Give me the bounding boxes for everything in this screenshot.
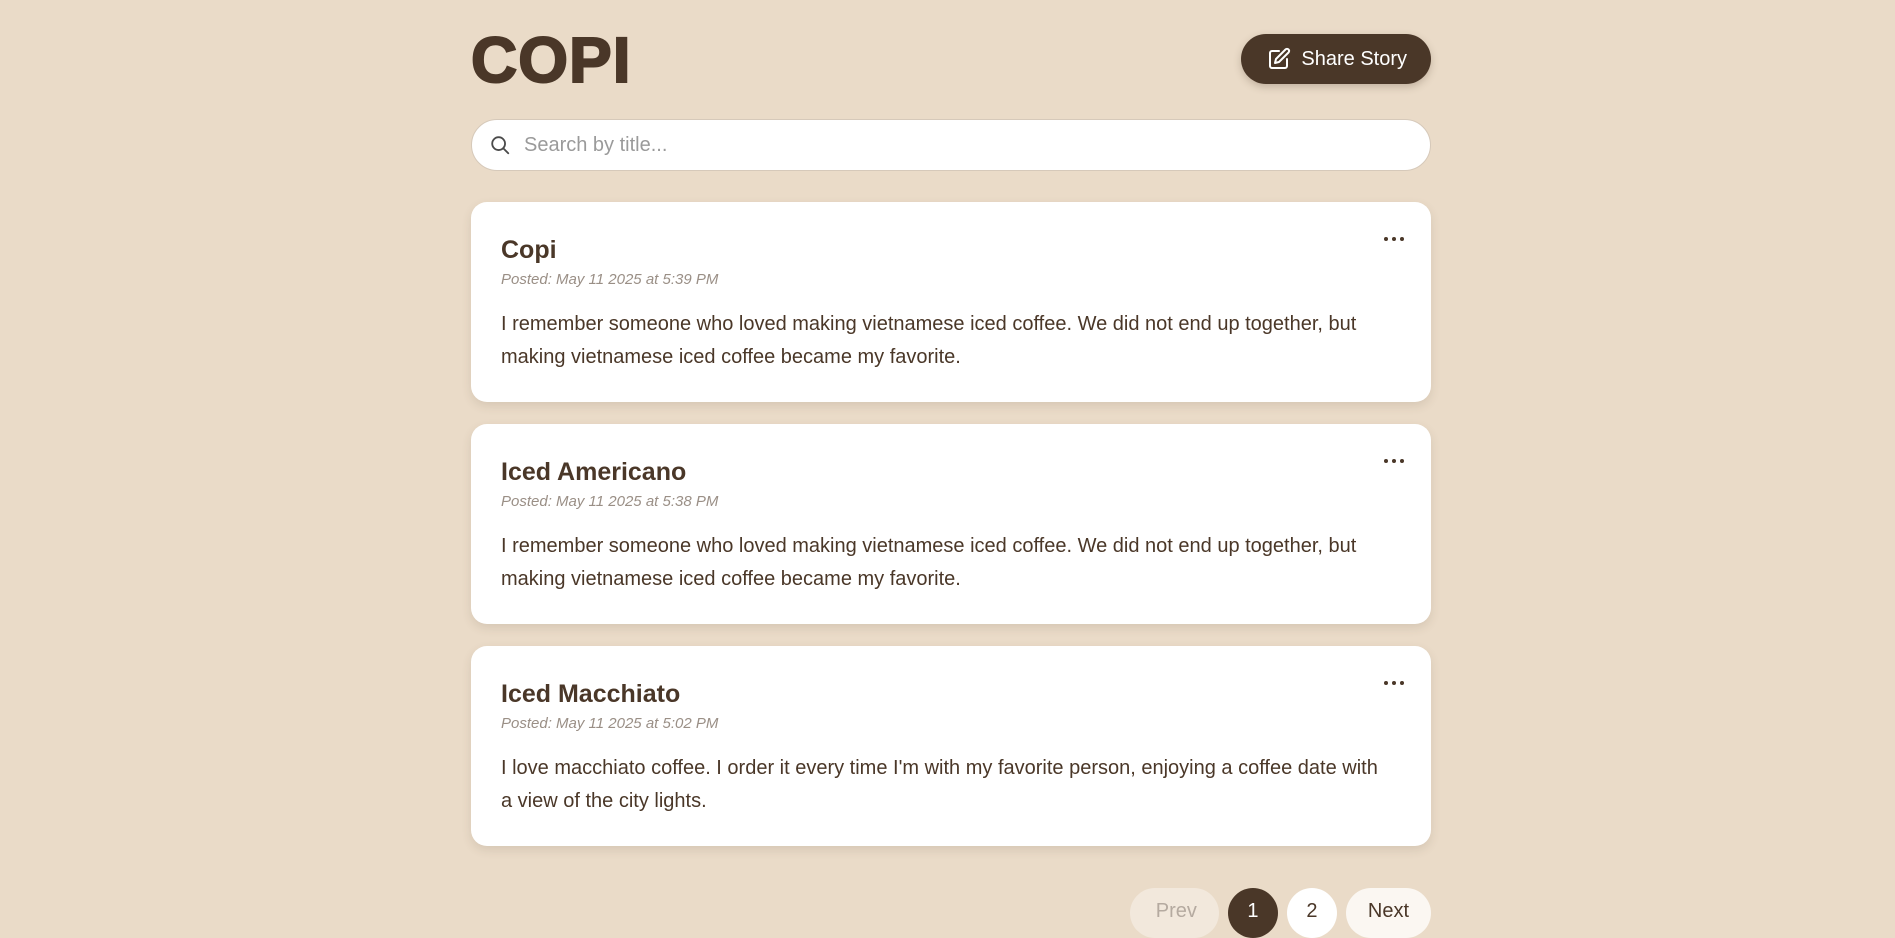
logo[interactable]: COPI	[470, 23, 631, 97]
post-body: I love macchiato coffee. I order it ever…	[501, 757, 1378, 812]
more-options-button[interactable]	[1379, 228, 1409, 248]
share-story-button[interactable]: Share Story	[1241, 34, 1431, 84]
share-story-label: Share Story	[1301, 47, 1407, 70]
next-page-button[interactable]: Next	[1345, 888, 1431, 938]
post-timestamp: Posted: May 11 2025 at 5:39 PM	[501, 271, 719, 288]
edit-pencil-icon	[1267, 47, 1291, 71]
more-options-button[interactable]	[1379, 672, 1409, 692]
header: COPI Share Story	[470, 0, 1431, 120]
more-horizontal-icon	[1383, 673, 1405, 691]
page-button-1[interactable]: 1	[1227, 888, 1278, 938]
post-card: Iced Americano Posted: May 11 2025 at 5:…	[471, 424, 1431, 624]
page-container: COPI Share Story Copi Posted: May 11 202…	[470, 0, 1431, 938]
search-input[interactable]	[522, 132, 1406, 158]
more-horizontal-icon	[1383, 451, 1405, 469]
prev-page-button[interactable]: Prev	[1129, 888, 1219, 938]
post-title: Iced Americano	[501, 458, 687, 486]
post-list: Copi Posted: May 11 2025 at 5:39 PM I re…	[471, 202, 1431, 868]
post-timestamp: Posted: May 11 2025 at 5:38 PM	[501, 493, 719, 510]
post-card: Copi Posted: May 11 2025 at 5:39 PM I re…	[471, 202, 1431, 402]
search-icon	[488, 133, 512, 157]
pagination: Prev 1 2 Next	[1129, 888, 1431, 938]
post-title: Iced Macchiato	[501, 680, 681, 708]
post-timestamp: Posted: May 11 2025 at 5:02 PM	[501, 715, 719, 732]
post-body: I remember someone who loved making viet…	[501, 313, 1357, 368]
post-card: Iced Macchiato Posted: May 11 2025 at 5:…	[471, 646, 1431, 846]
page-button-2[interactable]: 2	[1286, 888, 1337, 938]
post-body: I remember someone who loved making viet…	[501, 535, 1357, 590]
more-horizontal-icon	[1383, 229, 1405, 247]
search-bar	[471, 119, 1431, 171]
more-options-button[interactable]	[1379, 450, 1409, 470]
post-title: Copi	[501, 236, 557, 264]
